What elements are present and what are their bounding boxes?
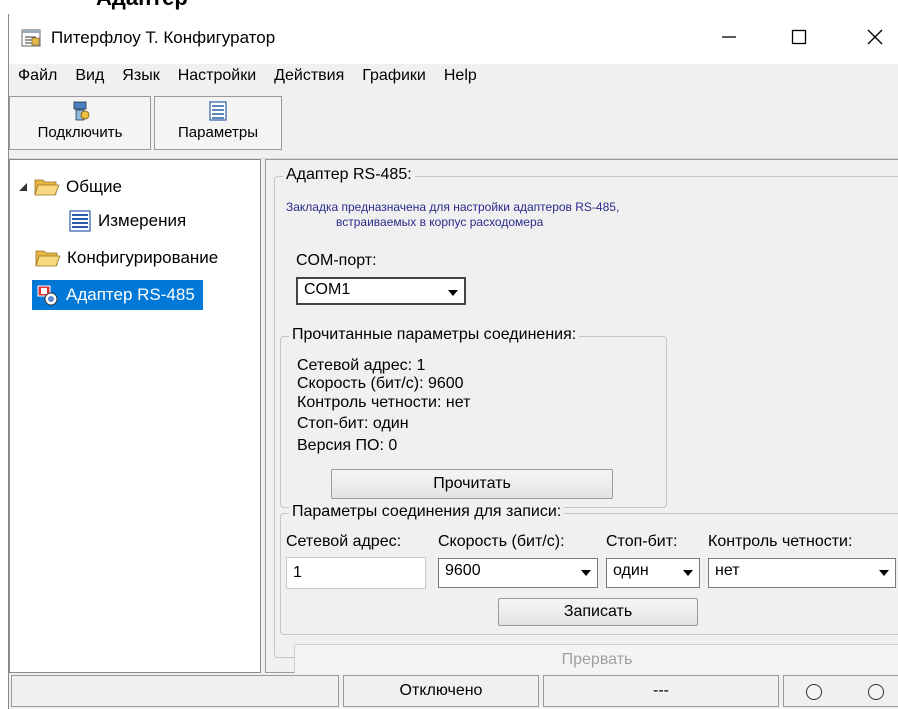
maximize-button[interactable]	[776, 20, 822, 54]
write-group-title: Параметры соединения для записи:	[289, 503, 565, 521]
status-bar: Отключено ---	[9, 673, 898, 709]
read-params-group: Прочитанные параметры соединения: Сетево…	[280, 326, 667, 508]
write-address-label: Сетевой адрес:	[286, 533, 402, 550]
description: Закладка предназначена для настройки ада…	[286, 200, 619, 230]
list-icon	[209, 101, 227, 121]
read-firmware-version: Версия ПО: 0	[297, 437, 398, 454]
description-line-2: встраиваемых в корпус расходомера	[336, 215, 544, 229]
indicator-cell	[783, 675, 898, 707]
connect-icon	[73, 101, 90, 121]
tx-indicator-icon	[868, 684, 884, 700]
toolbar: Подключить Параметры	[9, 92, 898, 159]
menu-settings[interactable]: Настройки	[169, 64, 265, 90]
window-title: Питерфлоу Т. Конфигуратор	[51, 28, 276, 47]
menu-help[interactable]: Help	[435, 64, 486, 90]
com-port-select[interactable]: COM1	[296, 277, 466, 305]
read-stop-bit: Стоп-бит: один	[297, 415, 409, 432]
write-speed-label: Скорость (бит/с):	[438, 533, 565, 550]
menu-file[interactable]: Файл	[9, 64, 66, 90]
speed-select[interactable]: 9600	[438, 558, 598, 588]
parity-select[interactable]: нет	[708, 558, 896, 588]
connection-status: Отключено	[343, 675, 539, 707]
com-port-value: COM1	[304, 281, 351, 298]
read-button[interactable]: Прочитать	[331, 469, 613, 499]
close-icon	[867, 29, 883, 45]
stop-bit-select[interactable]: один	[606, 558, 700, 588]
dropdown-arrow-icon	[879, 570, 889, 576]
read-parity: Контроль четности: нет	[297, 394, 471, 411]
connect-label: Подключить	[37, 124, 123, 141]
status-cell-main	[11, 675, 339, 707]
menu-language[interactable]: Язык	[113, 64, 168, 90]
speed-value: 9600	[445, 562, 481, 579]
parameters-label: Параметры	[178, 124, 258, 141]
abort-button[interactable]: Прервать	[294, 644, 898, 676]
expand-arrow-icon[interactable]	[18, 182, 28, 192]
tree-node-general[interactable]: Общие	[18, 173, 122, 201]
dropdown-arrow-icon	[448, 290, 458, 296]
tree-label-adapter: Адаптер RS-485	[66, 285, 195, 304]
tree-node-configuration[interactable]: Конфигурирование	[35, 244, 218, 272]
app-icon	[21, 29, 41, 47]
close-button[interactable]	[852, 20, 898, 54]
minimize-icon	[722, 36, 736, 38]
dropdown-arrow-icon	[581, 570, 591, 576]
parity-value: нет	[715, 562, 740, 579]
list-icon	[69, 210, 91, 232]
minimize-button[interactable]	[706, 20, 752, 54]
device-status: ---	[543, 675, 779, 707]
tree-node-adapter[interactable]: Адаптер RS-485	[32, 280, 203, 310]
adapter-panel: Адаптер RS-485: Закладка предназначена д…	[265, 159, 898, 676]
description-line-1: Закладка предназначена для настройки ада…	[286, 200, 620, 214]
read-speed: Скорость (бит/с): 9600	[297, 375, 464, 392]
write-parity-label: Контроль четности:	[708, 533, 853, 550]
rx-indicator-icon	[806, 684, 822, 700]
app-window: Питерфлоу Т. Конфигуратор Файл Вид Язык …	[8, 14, 898, 709]
adapter-group-title: Адаптер RS-485:	[283, 166, 415, 184]
read-group-title: Прочитанные параметры соединения:	[289, 326, 580, 344]
tree-label-measurements: Измерения	[98, 211, 187, 230]
read-network-address: Сетевой адрес: 1	[297, 357, 426, 374]
tree-label-general: Общие	[66, 177, 122, 196]
parameters-button[interactable]: Параметры	[154, 96, 282, 150]
menu-actions[interactable]: Действия	[265, 64, 353, 90]
com-port-label: COM-порт:	[296, 252, 377, 269]
menu-graphs[interactable]: Графики	[353, 64, 435, 90]
maximize-icon	[791, 29, 807, 45]
connect-button[interactable]: Подключить	[9, 96, 151, 150]
network-address-input[interactable]: 1	[286, 557, 426, 589]
menu-view[interactable]: Вид	[66, 64, 113, 90]
folder-open-icon	[35, 250, 61, 267]
adapter-icon	[37, 285, 58, 306]
folder-open-icon	[34, 179, 60, 196]
write-button[interactable]: Записать	[498, 598, 698, 626]
menu-bar: Файл Вид Язык Настройки Действия Графики…	[9, 64, 898, 90]
title-bar: Питерфлоу Т. Конфигуратор	[9, 14, 898, 64]
tree-label-configuration: Конфигурирование	[67, 248, 219, 267]
stop-bit-value: один	[613, 562, 649, 579]
write-stop-bit-label: Стоп-бит:	[606, 533, 678, 550]
navigation-tree: Общие Измерения Конфигурирование Адаптер…	[9, 159, 261, 673]
partial-heading: Адаптер	[0, 0, 200, 14]
dropdown-arrow-icon	[683, 570, 693, 576]
tree-node-measurements[interactable]: Измерения	[68, 207, 186, 235]
